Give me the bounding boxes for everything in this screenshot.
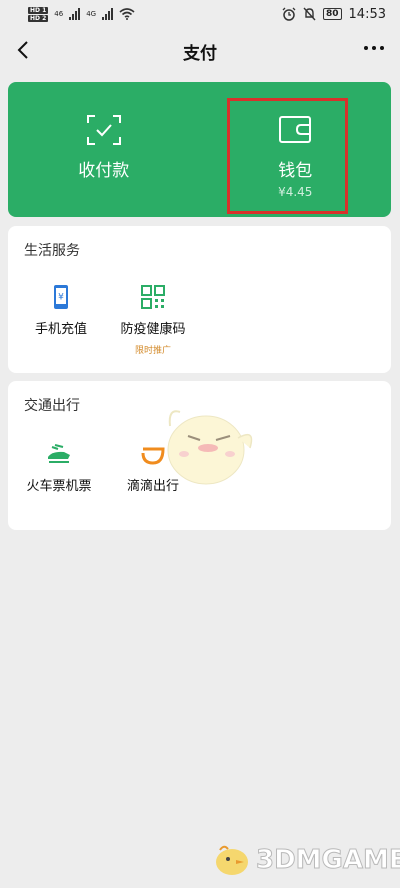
status-bar: HD 1 HD 2 46 4G 80 14:53	[0, 0, 400, 28]
life-services-card: 生活服务 ¥ 手机充值 防疫健康码 限时推广	[8, 226, 391, 373]
health-code-label: 防疫健康码	[120, 322, 186, 337]
wallet-highlight-box	[227, 98, 348, 214]
watermark-chick-icon	[216, 845, 248, 875]
life-services-title: 生活服务	[24, 243, 80, 259]
scan-check-icon	[86, 115, 121, 145]
signal-icon-2	[102, 8, 114, 20]
hd2-badge: HD 2	[28, 14, 49, 22]
hd1-badge: HD 1	[28, 6, 49, 14]
health-code-button[interactable]: 防疫健康码 限时推广	[108, 284, 198, 356]
page-title: 支付	[183, 43, 217, 64]
hd-indicators: HD 1 HD 2	[28, 6, 49, 22]
signal-icon	[69, 8, 81, 20]
status-bar-left: HD 1 HD 2 46 4G	[28, 6, 135, 22]
transport-title: 交通出行	[24, 398, 80, 414]
receive-payment-label: 收付款	[78, 161, 130, 181]
promo-tag: 限时推广	[134, 346, 171, 356]
back-arrow-icon[interactable]	[12, 38, 36, 62]
train-flight-button[interactable]: 火车票机票	[14, 441, 104, 494]
battery-indicator: 80	[323, 8, 342, 20]
receive-payment-button[interactable]: 收付款	[8, 82, 200, 217]
network-type-2: 4G	[86, 10, 97, 18]
alarm-icon	[282, 7, 296, 21]
wifi-icon	[119, 8, 135, 20]
more-options-icon[interactable]	[364, 46, 384, 50]
clock-time: 14:53	[348, 6, 386, 22]
mobile-topup-button[interactable]: ¥ 手机充值	[16, 284, 106, 337]
mobile-topup-label: 手机充值	[34, 322, 87, 337]
qr-code-icon	[141, 285, 165, 309]
status-bar-right: 80 14:53	[282, 7, 386, 22]
watermark-text: 3DMGAME	[256, 845, 400, 876]
svg-text:¥: ¥	[58, 293, 64, 303]
mute-bell-icon	[303, 7, 316, 21]
nav-bar: 支付	[0, 28, 400, 74]
phone-yuan-icon: ¥	[54, 285, 68, 309]
mascot-chick-image	[167, 410, 253, 485]
watermark: 3DMGAME	[210, 842, 400, 878]
network-type-1: 46	[54, 10, 64, 18]
train-icon	[48, 444, 70, 463]
train-flight-label: 火车票机票	[26, 479, 92, 494]
